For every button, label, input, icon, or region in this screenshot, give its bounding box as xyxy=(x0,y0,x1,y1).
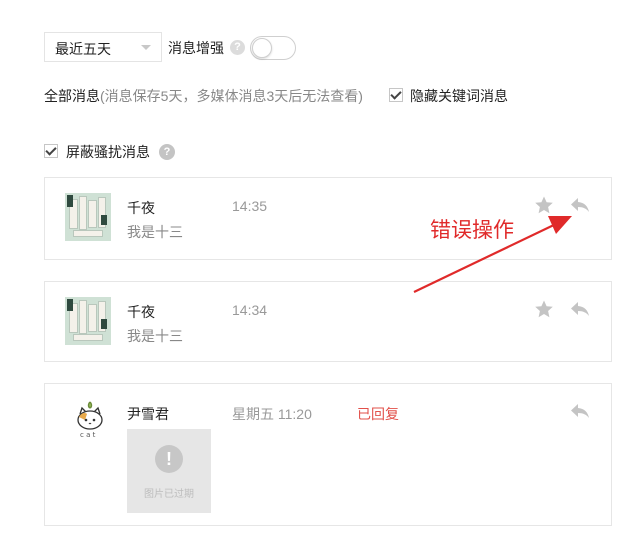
message-enhance-label: 消息增强 xyxy=(168,40,224,56)
star-icon[interactable] xyxy=(534,195,554,215)
block-harass-checkbox[interactable] xyxy=(44,144,58,158)
date-range-select[interactable]: 最近五天 xyxy=(44,32,162,62)
all-messages-label: 全部消息(消息保存5天，多媒体消息3天后无法查看) xyxy=(44,86,363,106)
message-card[interactable]: 千夜 我是十三 14:34 xyxy=(44,281,612,362)
annotation-label: 错误操作 xyxy=(430,218,514,242)
avatar: c a t xyxy=(71,400,111,440)
svg-text:c a t: c a t xyxy=(80,431,96,439)
help-icon[interactable]: ? xyxy=(230,40,245,55)
hide-keyword-checkbox[interactable] xyxy=(389,88,403,102)
retention-note: (消息保存5天，多媒体消息3天后无法查看) xyxy=(100,88,363,104)
message-card[interactable]: c a t 尹雪君 星期五 11:20 已回复 ! 图片已过期 xyxy=(44,383,612,526)
help-icon[interactable]: ? xyxy=(159,144,175,160)
message-time: 14:34 xyxy=(232,302,268,318)
avatar xyxy=(65,193,111,241)
alert-icon: ! xyxy=(155,445,183,473)
message-enhance-toggle[interactable] xyxy=(250,36,296,60)
message-time: 14:35 xyxy=(232,198,268,214)
chevron-down-icon xyxy=(141,45,151,50)
reply-icon[interactable] xyxy=(570,300,590,318)
message-card[interactable]: 千夜 我是十三 14:35 xyxy=(44,177,612,260)
replied-status: 已回复 xyxy=(357,406,399,422)
hide-keyword-label: 隐藏关键词消息 xyxy=(410,88,508,104)
expired-image[interactable]: ! 图片已过期 xyxy=(127,429,211,513)
message-content: 我是十三 xyxy=(127,328,183,344)
all-messages-title: 全部消息 xyxy=(44,88,100,104)
date-range-value: 最近五天 xyxy=(55,41,111,57)
star-icon[interactable] xyxy=(534,299,554,319)
sender-name: 尹雪君 xyxy=(127,406,169,422)
avatar xyxy=(65,297,111,345)
message-time: 星期五 11:20 xyxy=(232,406,312,422)
sender-name: 千夜 xyxy=(127,200,155,216)
reply-icon[interactable] xyxy=(570,402,590,420)
block-harass-label: 屏蔽骚扰消息 xyxy=(66,144,150,160)
message-content: 我是十三 xyxy=(127,224,183,240)
reply-icon[interactable] xyxy=(570,196,590,214)
sender-name: 千夜 xyxy=(127,304,155,320)
expired-image-label: 图片已过期 xyxy=(144,489,194,500)
toggle-knob xyxy=(252,38,272,58)
